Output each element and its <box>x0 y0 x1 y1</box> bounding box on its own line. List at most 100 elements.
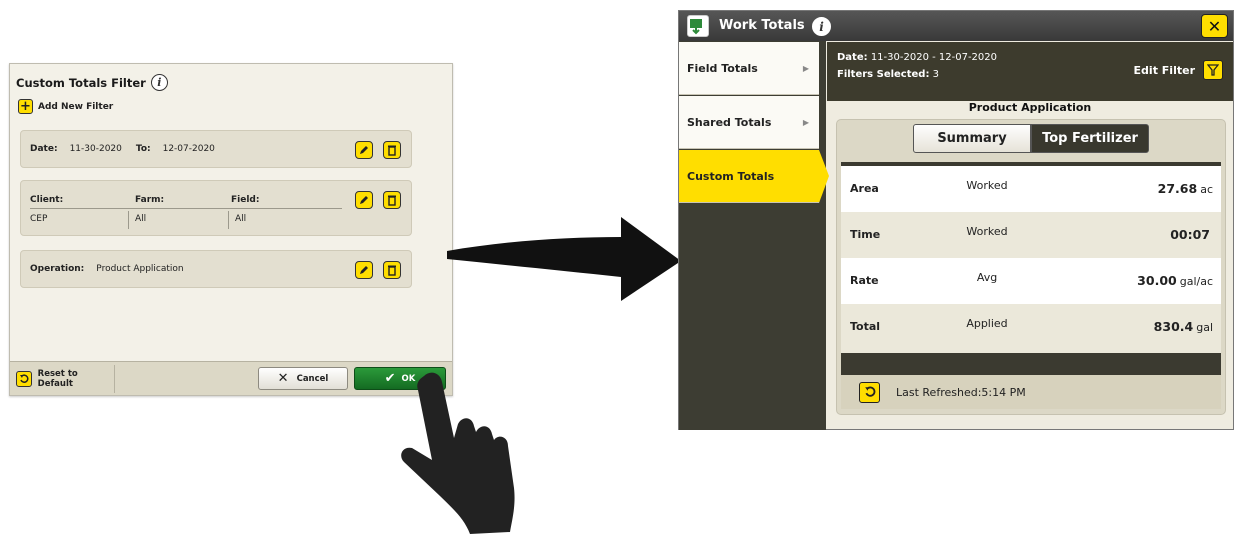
nav-shared-totals[interactable]: Shared Totals ▶ <box>679 96 819 149</box>
row-value: 27.68 <box>1157 181 1198 196</box>
edit-filter-button[interactable]: Edit Filter <box>1134 60 1223 80</box>
nav-label: Custom Totals <box>687 169 775 183</box>
farm-header: Farm: <box>135 195 165 205</box>
cancel-button[interactable]: ✕ Cancel <box>258 367 348 390</box>
row-name: Area <box>850 182 879 195</box>
trash-icon <box>388 195 396 206</box>
table-row: Rate Avg 30.00 gal/ac <box>841 258 1221 304</box>
undo-icon <box>864 386 875 397</box>
table-row: Time Worked 00:07 <box>841 212 1221 258</box>
filter-summary-bar: Date: 11-30-2020 - 12-07-2020 Filters Se… <box>827 42 1233 101</box>
pencil-icon <box>360 146 368 154</box>
window-header: Work Totals i ✕ <box>679 11 1233 41</box>
row-desc: Applied <box>966 317 1008 330</box>
trash-icon <box>388 145 396 156</box>
row-name: Rate <box>850 274 879 287</box>
add-new-filter-button[interactable]: + Add New Filter <box>18 99 113 114</box>
column-divider <box>228 211 229 229</box>
row-name: Total <box>850 320 881 333</box>
custom-totals-filter-dialog: Custom Totals Filter i + Add New Filter … <box>9 63 453 396</box>
dialog-footer: Reset to Default ✕ Cancel ✔ OK <box>10 361 452 395</box>
reset-to-default-button[interactable]: Reset to Default <box>12 365 115 393</box>
field-header: Field: <box>231 195 260 205</box>
edit-filter-label: Edit Filter <box>1133 63 1195 77</box>
hand-pointer-icon <box>401 372 515 534</box>
date-label: Date: <box>30 144 58 154</box>
row-name: Time <box>850 228 881 241</box>
add-new-filter-label: Add New Filter <box>38 101 114 112</box>
section-title: Product Application <box>968 101 1092 114</box>
close-button[interactable]: ✕ <box>1201 14 1228 38</box>
date-range-value: 11-30-2020 - 12-07-2020 <box>870 52 998 63</box>
delete-operation-button[interactable] <box>383 261 401 279</box>
row-unit: gal/ac <box>1179 275 1213 288</box>
nav-custom-totals[interactable]: Custom Totals <box>679 150 819 203</box>
reset-label: Reset to Default <box>37 369 78 389</box>
to-label: To: <box>135 144 151 154</box>
arrow-icon <box>447 217 681 301</box>
row-value: 30.00 <box>1137 273 1177 288</box>
check-icon: ✔ <box>384 371 396 386</box>
client-value: CEP <box>30 214 48 224</box>
active-nav-pointer <box>819 150 829 203</box>
info-icon[interactable]: i <box>150 74 168 91</box>
client-header: Client: <box>30 195 64 205</box>
edit-operation-button[interactable] <box>355 261 373 279</box>
row-desc: Worked <box>966 179 1008 192</box>
dialog-title-text: Custom Totals Filter <box>16 75 146 90</box>
row-desc: Avg <box>976 271 998 284</box>
table-row: Area Worked 27.68 ac <box>841 166 1221 212</box>
delete-date-button[interactable] <box>383 141 401 159</box>
field-value: All <box>235 214 247 224</box>
tab-summary[interactable]: Summary <box>913 124 1031 153</box>
funnel-icon <box>1203 60 1223 80</box>
date-to-value: 12-07-2020 <box>162 144 215 154</box>
edit-client-button[interactable] <box>355 191 373 209</box>
table-row: Total Applied 830.4 gal <box>841 304 1221 353</box>
tab-bar: Summary Top Fertilizer <box>913 124 1149 153</box>
info-icon[interactable]: i <box>812 17 831 36</box>
stage: Custom Totals Filter i + Add New Filter … <box>0 0 1238 539</box>
close-icon: ✕ <box>277 371 289 386</box>
cancel-label: Cancel <box>296 373 329 384</box>
operation-value: Product Application <box>96 264 184 274</box>
client-headers: Client: Farm: Field: <box>30 195 342 209</box>
close-icon: ✕ <box>1207 16 1222 36</box>
date-filter-card: Date: 11-30-2020 To: 12-07-2020 <box>20 130 412 168</box>
delete-client-button[interactable] <box>383 191 401 209</box>
column-divider <box>128 211 129 229</box>
operation-label: Operation: <box>30 264 85 274</box>
dialog-title: Custom Totals Filter i <box>16 74 168 91</box>
filters-selected-value: 3 <box>932 69 940 80</box>
client-filter-card: Client: Farm: Field: CEP All All <box>20 180 412 236</box>
nav-label: Shared Totals <box>687 115 772 129</box>
farm-value: All <box>135 214 147 224</box>
row-unit: gal <box>1196 321 1213 334</box>
operation-filter-card: Operation: Product Application <box>20 250 412 288</box>
nav-label: Field Totals <box>687 61 758 75</box>
filters-selected-label: Filters Selected: <box>837 69 930 80</box>
date-label: Date: <box>837 52 868 63</box>
row-value: 830.4 <box>1153 319 1194 334</box>
nav-field-totals[interactable]: Field Totals ▶ <box>679 42 819 95</box>
plus-icon: + <box>18 99 33 114</box>
app-icon <box>687 15 709 37</box>
date-from-value: 11-30-2020 <box>69 144 122 154</box>
trash-icon <box>388 265 396 276</box>
chevron-right-icon: ▶ <box>802 117 809 127</box>
totals-panel: Summary Top Fertilizer Area Worked 27.68… <box>836 119 1226 415</box>
pencil-icon <box>360 196 368 204</box>
table-bottom-border <box>841 353 1221 375</box>
refresh-bar: Last Refreshed:5:14 PM <box>841 375 1221 409</box>
refresh-button[interactable] <box>859 381 880 403</box>
row-value: 00:07 <box>1170 227 1210 242</box>
row-desc: Worked <box>966 225 1008 238</box>
edit-date-button[interactable] <box>355 141 373 159</box>
last-refreshed-text: Last Refreshed:5:14 PM <box>896 385 1026 399</box>
window-title: Work Totals <box>719 18 805 33</box>
chevron-right-icon: ▶ <box>802 63 809 73</box>
undo-icon <box>16 371 32 387</box>
pencil-icon <box>360 266 368 274</box>
tab-top-fertilizer[interactable]: Top Fertilizer <box>1031 124 1149 153</box>
work-totals-window: Work Totals i ✕ Field Totals ▶ Shared To… <box>678 10 1234 430</box>
